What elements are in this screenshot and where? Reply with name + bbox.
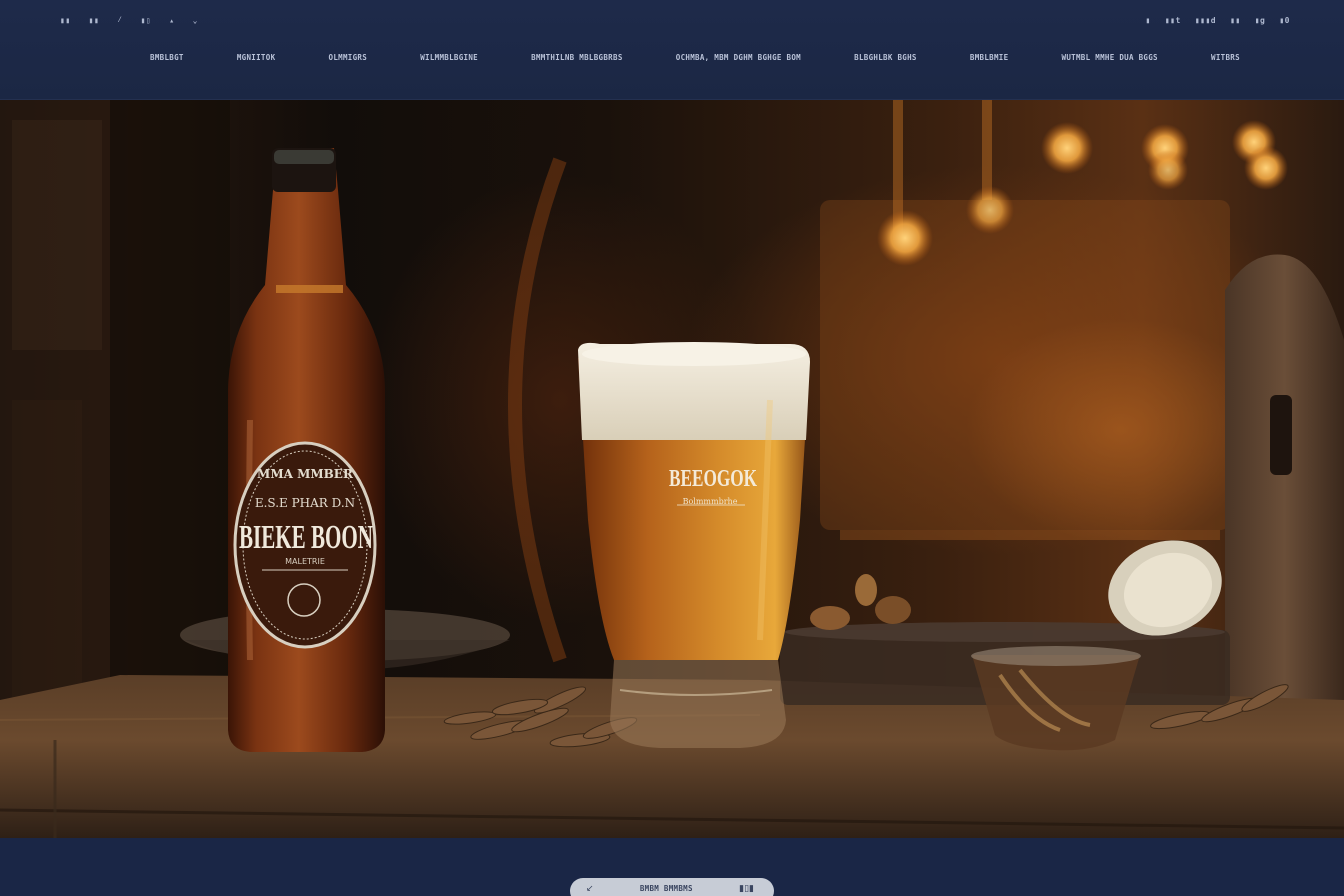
bars-icon: ▮▯▮ <box>739 884 754 894</box>
bottle-label-sub: E.S.E PHAR D.N <box>255 496 355 510</box>
glass-label-brand: BEEOGOK <box>669 466 757 492</box>
floating-action-pill[interactable]: ↙ BMBM BMMBMS ▮▯▮ <box>570 878 774 896</box>
nav-item[interactable]: OCHMBA, MBM DGHM BGHGE BOM <box>676 53 801 62</box>
count-icon[interactable]: ▮0 <box>1279 16 1290 25</box>
bars-icon[interactable]: ▮▯ <box>141 16 152 25</box>
background-wall <box>0 100 230 700</box>
utility-bar-left: ▮▮ ▮▮ ⁄ ▮▯ ▴ ⌄ <box>60 13 198 27</box>
nav-item[interactable]: WILMMBLBGINE <box>420 53 478 62</box>
glass-label-small: Bolmmmbrhe <box>683 497 738 506</box>
beer-bottle <box>228 148 385 752</box>
hero-image: MMA MMBER E.S.E PHAR D.N BIEKE BOON MALE… <box>0 100 1344 838</box>
main-nav: BMBLBGT MGNIITOK OLMMIGRS WILMMBLBGINE BMMTH… <box>150 50 1240 64</box>
beer-glass <box>578 342 810 748</box>
nav-item[interactable]: MGNIITOK <box>237 53 276 62</box>
nav-item[interactable]: WUTMBL MMHE DUA BGGS <box>1062 53 1158 62</box>
page-footer: ↙ BMBM BMMBMS ▮▯▮ <box>0 838 1344 896</box>
chevron-down-icon[interactable]: ⌄ <box>193 16 198 25</box>
caret-up-icon[interactable]: ▴ <box>169 16 174 25</box>
grid-icon[interactable]: ▮▮ <box>89 16 100 25</box>
user-icon[interactable]: ▮ <box>1146 16 1151 25</box>
nav-item[interactable]: BLBGHLBK BGHS <box>854 53 917 62</box>
arrow-icon: ↙ <box>586 884 594 894</box>
nav-item[interactable]: BMMTHILNB MBLBGBRBS <box>531 53 623 62</box>
bottle-label-top: MMA MMBER <box>257 467 354 481</box>
account-icon[interactable]: ▮▮t <box>1165 16 1181 25</box>
nav-item[interactable]: OLMMIGRS <box>329 53 368 62</box>
nav-item[interactable]: BMBLBGT <box>150 53 184 62</box>
hero-banner: MMA MMBER E.S.E PHAR D.N BIEKE BOON MALE… <box>0 100 1344 838</box>
small-glass-cup <box>971 646 1141 751</box>
nav-item[interactable]: WITBRS <box>1211 53 1240 62</box>
background-arch <box>508 157 567 663</box>
pill-label: BMBM BMMBMS <box>639 884 693 893</box>
language-icon[interactable]: ▮g <box>1255 16 1266 25</box>
site-header: ▮▮ ▮▮ ⁄ ▮▯ ▴ ⌄ ▮ ▮▮t ▮▮▮d ▮▮ ▮g ▮0 BMBLBGT MGNIITOK… <box>0 0 1344 100</box>
bottle-label-small: MALETRIE <box>285 557 325 566</box>
bag-icon[interactable]: ▮▮ <box>1230 16 1241 25</box>
cart-icon[interactable]: ▮▮▮d <box>1195 16 1216 25</box>
nav-item[interactable]: BMBLBMIE <box>970 53 1009 62</box>
utility-bar-right: ▮ ▮▮t ▮▮▮d ▮▮ ▮g ▮0 <box>1146 13 1290 27</box>
bottle-label-brand: BIEKE BOON <box>239 519 373 556</box>
wooden-stand <box>1225 254 1344 700</box>
slash-icon[interactable]: ⁄ <box>117 15 122 25</box>
grid-icon[interactable]: ▮▮ <box>60 16 71 25</box>
